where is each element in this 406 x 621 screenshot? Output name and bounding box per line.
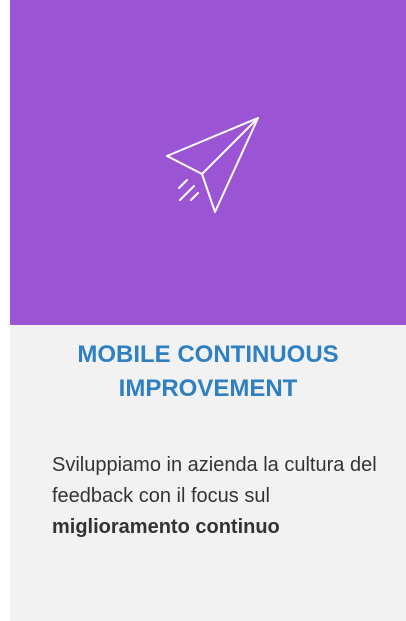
paper-plane-icon [166, 117, 259, 213]
feature-card: MOBILE CONTINUOUS IMPROVEMENT Sviluppiam… [10, 0, 406, 621]
card-title: MOBILE CONTINUOUS IMPROVEMENT [10, 338, 406, 406]
card-title-line1: MOBILE CONTINUOUS [77, 341, 339, 368]
card-description: Sviluppiamo in azienda la cultura del fe… [52, 450, 397, 543]
card-description-highlight: miglioramento continuo [52, 516, 280, 538]
card-description-text: Sviluppiamo in azienda la cultura del fe… [52, 454, 377, 507]
card-hero [10, 0, 406, 325]
card-title-line2: IMPROVEMENT [118, 375, 298, 402]
